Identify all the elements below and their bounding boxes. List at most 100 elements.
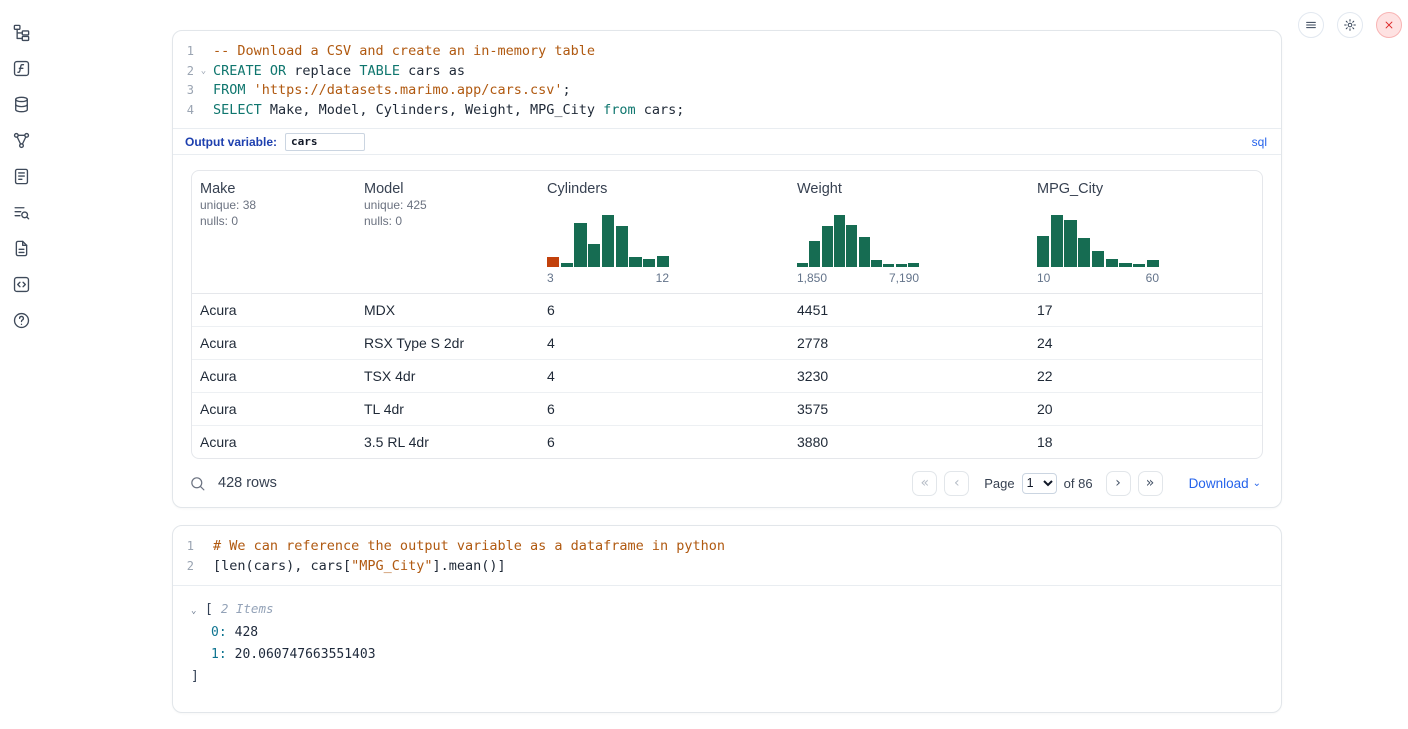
column-header-mpg_city[interactable]: MPG_City1060 — [1029, 171, 1263, 294]
items-count-label: 2 Items — [221, 598, 274, 620]
code-line[interactable]: 2[len(cars), cars["MPG_City"].mean()] — [173, 557, 1281, 577]
code-line[interactable]: 1-- Download a CSV and create an in-memo… — [173, 42, 1281, 62]
column-header-cylinders[interactable]: Cylinders312 — [539, 171, 789, 294]
code-line[interactable]: 3FROM 'https://datasets.marimo.app/cars.… — [173, 81, 1281, 101]
histogram-bar — [1147, 260, 1159, 267]
menu-button[interactable] — [1298, 12, 1324, 38]
column-header-weight[interactable]: Weight 1,8507,190 — [789, 171, 1029, 294]
prev-page-button[interactable]: ‹ — [944, 471, 969, 496]
output-list-header: ⌄ [ 2 Items — [191, 598, 1281, 622]
output-entry: 0: 428 — [191, 622, 1281, 644]
line-number: 4 — [173, 101, 194, 121]
table-cell: MDX — [356, 294, 539, 327]
output-list-footer: ] — [191, 666, 1281, 688]
function-square-icon[interactable] — [12, 59, 31, 78]
column-title: Cylinders — [547, 181, 779, 197]
download-button[interactable]: Download ⌄ — [1189, 476, 1261, 491]
collapse-icon[interactable]: ⌄ — [191, 600, 201, 622]
histogram-bar — [588, 244, 600, 267]
fold-spacer — [194, 42, 213, 62]
close-icon — [1382, 18, 1396, 32]
code-line[interactable]: 2⌄CREATE OR replace TABLE cars as — [173, 62, 1281, 82]
prev-page-icon: ‹ — [954, 475, 960, 491]
next-page-icon: › — [1115, 475, 1121, 491]
column-header-make[interactable]: Makeunique: 38nulls: 0 — [192, 171, 356, 294]
settings-button[interactable] — [1337, 12, 1363, 38]
list-search-icon[interactable] — [12, 203, 31, 222]
output-variable-input[interactable] — [285, 133, 365, 151]
code-text: SELECT Make, Model, Cylinders, Weight, M… — [213, 101, 684, 121]
histogram-bar — [1037, 236, 1049, 267]
data-table: Makeunique: 38nulls: 0Modelunique: 425nu… — [191, 170, 1263, 459]
column-stat: unique: 38 — [200, 197, 346, 213]
table-cell: Acura — [192, 327, 356, 360]
file-tree-icon[interactable] — [12, 23, 31, 42]
language-badge: sql — [1252, 135, 1267, 149]
table-cell: Acura — [192, 294, 356, 327]
table-cell: Acura — [192, 426, 356, 459]
code-line[interactable]: 1# We can reference the output variable … — [173, 537, 1281, 557]
chevron-down-icon: ⌄ — [1253, 479, 1261, 489]
fold-chevron-icon[interactable]: ⌄ — [194, 62, 213, 82]
histogram-bar — [547, 257, 559, 267]
code-text: [len(cars), cars["MPG_City"].mean()] — [213, 557, 506, 577]
notepad-icon[interactable] — [12, 167, 31, 186]
output-entry-key: 0: — [211, 622, 227, 644]
sql-code-editor[interactable]: 1-- Download a CSV and create an in-memo… — [173, 31, 1281, 128]
histogram-bar — [629, 257, 641, 267]
code-line[interactable]: 4 SELECT Make, Model, Cylinders, Weight, … — [173, 101, 1281, 121]
histogram-bar — [797, 263, 808, 267]
database-icon[interactable] — [12, 95, 31, 114]
output-entry-value: 428 — [235, 622, 258, 644]
document-icon[interactable] — [12, 239, 31, 258]
graph-icon[interactable] — [12, 131, 31, 150]
code-box-icon[interactable] — [12, 275, 31, 294]
histogram-bar — [657, 256, 669, 267]
python-code-editor[interactable]: 1# We can reference the output variable … — [173, 526, 1281, 584]
histogram-bar — [1092, 251, 1104, 267]
table-cell: RSX Type S 2dr — [356, 327, 539, 360]
code-text: FROM 'https://datasets.marimo.app/cars.c… — [213, 81, 571, 101]
table-row: AcuraMDX6445117 — [192, 294, 1263, 327]
histogram-bar — [896, 264, 907, 267]
histogram-bar — [1051, 215, 1063, 267]
shutdown-button[interactable] — [1376, 12, 1402, 38]
close-bracket: ] — [191, 666, 199, 688]
output-entry: 1:20.060747663551403 — [191, 644, 1281, 666]
histogram-max-label: 60 — [1146, 271, 1159, 285]
table-cell: 3575 — [789, 393, 1029, 426]
histogram-weight: 1,8507,190 — [797, 215, 919, 285]
column-title: Make — [200, 181, 346, 197]
histogram-bar — [809, 241, 820, 267]
column-title: Weight — [797, 181, 1019, 197]
column-header-model[interactable]: Modelunique: 425nulls: 0 — [356, 171, 539, 294]
histogram-bar — [1119, 263, 1131, 267]
histogram-bar — [822, 226, 833, 267]
histogram-bar — [643, 259, 655, 267]
histogram-bar — [602, 215, 614, 267]
histogram-bar — [574, 223, 586, 267]
output-entry-value: 20.060747663551403 — [235, 644, 376, 666]
search-icon[interactable] — [189, 475, 206, 492]
sidebar — [0, 0, 44, 729]
histogram-bar — [1133, 264, 1145, 267]
top-right-controls — [1298, 12, 1402, 38]
python-cell: 1# We can reference the output variable … — [172, 525, 1282, 712]
column-stat: unique: 425 — [364, 197, 529, 213]
next-page-button[interactable]: › — [1106, 471, 1131, 496]
histogram-bar — [871, 260, 882, 267]
table-cell: 17 — [1029, 294, 1263, 327]
table-cell: TSX 4dr — [356, 360, 539, 393]
help-circle-icon[interactable] — [12, 311, 31, 330]
column-title: Model — [364, 181, 529, 197]
last-page-button[interactable]: » — [1138, 471, 1163, 496]
output-entries: 0: 4281:20.060747663551403 — [191, 622, 1281, 666]
histogram-bar — [908, 263, 919, 267]
histogram-max-label: 12 — [656, 271, 669, 285]
table-cell: 22 — [1029, 360, 1263, 393]
code-text: # We can reference the output variable a… — [213, 537, 725, 557]
first-page-button[interactable]: « — [912, 471, 937, 496]
column-stat: nulls: 0 — [364, 213, 529, 229]
histogram-mpg_city: 1060 — [1037, 215, 1159, 285]
page-select[interactable]: 1 — [1022, 473, 1057, 494]
